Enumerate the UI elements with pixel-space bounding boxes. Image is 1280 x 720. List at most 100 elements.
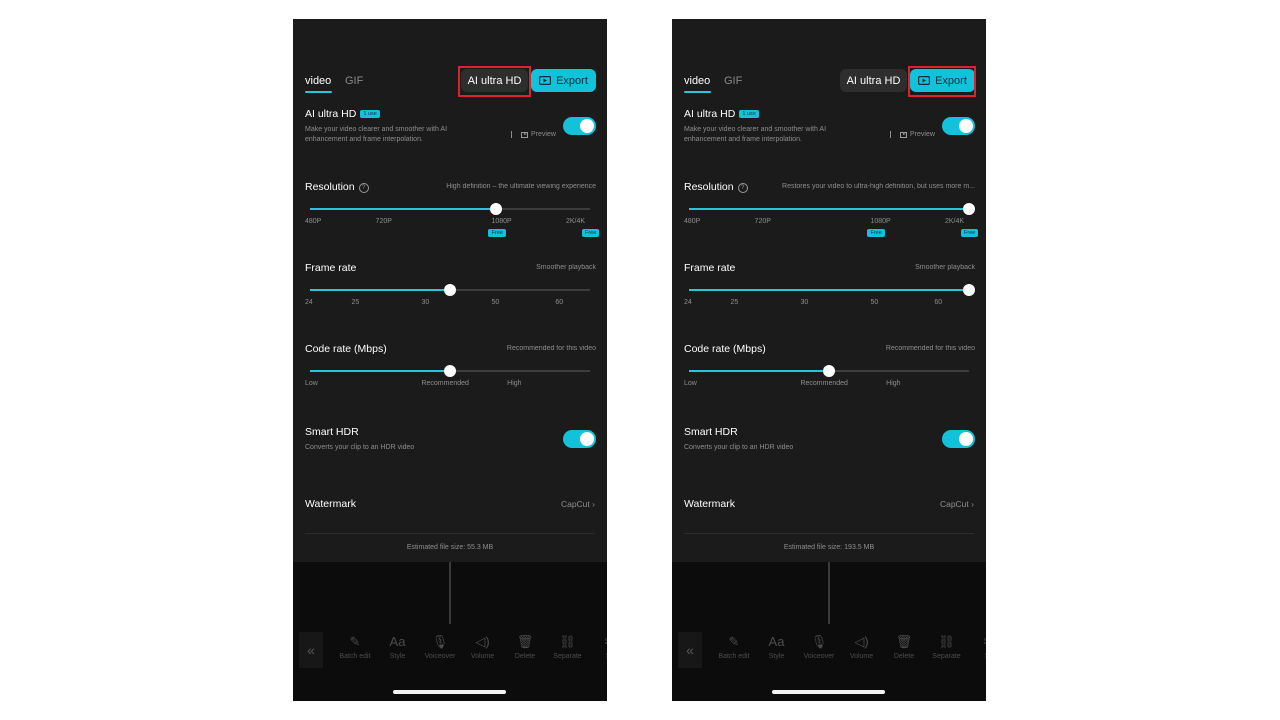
toolbar-item-label: Voiceover [803, 653, 835, 660]
slider-fill [310, 289, 450, 291]
slider-knob[interactable] [823, 365, 835, 377]
slider-tick-label: 60 [555, 299, 564, 306]
frame-rate-title: Frame rate [305, 262, 357, 274]
slider-tick-label: 720P [375, 218, 392, 225]
slider-tick-label: Recommended [800, 380, 848, 387]
frame-rate-slider[interactable]: 24 25 30 50 60 [305, 284, 590, 306]
info-icon[interactable]: ? [358, 183, 369, 193]
ai-ultra-hd-title-text: AI ultra HD [684, 108, 736, 120]
free-badge: Free [867, 229, 885, 237]
watermark-selector[interactable]: CapCut › [561, 499, 595, 509]
slider-knob[interactable] [444, 284, 456, 296]
tab-video[interactable]: video [684, 75, 710, 87]
slider-tick-label: 720P [754, 218, 771, 225]
separate-icon: ⛓ [938, 634, 955, 649]
code-rate-slider[interactable]: Low Recommended High [684, 365, 969, 387]
ai-ultra-hd-toggle[interactable] [942, 117, 975, 135]
slider-knob[interactable] [444, 365, 456, 377]
slider-tick-label: 2K/4K [945, 218, 965, 225]
home-indicator [393, 690, 506, 694]
toolbar-item[interactable]: 🗑 Delete [882, 634, 926, 660]
slider-tick-label: 60 [934, 299, 943, 306]
resolution-hint: High definition – the ultimate viewing e… [446, 183, 596, 190]
tab-gif[interactable]: GIF [724, 75, 742, 87]
frame-rate-hint: Smoother playback [915, 264, 975, 271]
toolbar-item[interactable]: ◁) Volume [461, 634, 505, 660]
slider-knob[interactable] [963, 284, 975, 296]
slider-knob[interactable] [490, 203, 503, 215]
resolution-title: Resolution? [305, 181, 369, 193]
resolution-hint: Restores your video to ultra-high defini… [782, 183, 975, 190]
resolution-title: Resolution? [684, 181, 748, 193]
smart-hdr-description: Converts your clip to an HDR video [305, 444, 415, 451]
ai-ultra-hd-description: Make your video clearer and smoother wit… [305, 126, 448, 143]
resolution-slider[interactable]: 480P 720P 1080P Free 2K/4K Free [305, 203, 600, 237]
toolbar-item[interactable]: ⛓ Separate [925, 634, 969, 660]
toolbar-item[interactable]: ✂ Sp [588, 634, 607, 660]
watermark-title: Watermark [684, 498, 735, 510]
watermark-value: CapCut [939, 499, 969, 509]
resolution-slider[interactable]: 480P 720P 1080P Free 2K/4K Free [684, 203, 979, 237]
chevron-right-icon: › [592, 499, 595, 509]
ai-ultra-hd-title-text: AI ultra HD [305, 108, 357, 120]
voiceover-icon: 🎙 [810, 634, 828, 649]
ai-ultra-hd-description: Make your video clearer and smoother wit… [684, 126, 827, 143]
tab-video[interactable]: video [305, 75, 331, 87]
voiceover-icon: 🎙 [431, 634, 449, 649]
volume-icon: ◁) [475, 634, 490, 649]
slider-tick-label: 25 [351, 299, 360, 306]
smart-hdr-description: Converts your clip to an HDR video [684, 444, 794, 451]
slider-tick-label: 1080P [870, 218, 891, 225]
preview-button[interactable]: Preview [890, 131, 935, 138]
timeline-area: « ✎ Batch edit Aa Style 🎙 Voiceover ◁) Volume 🗑 D… [672, 562, 986, 701]
slider-tick-label: 2K/4K [566, 218, 586, 225]
play-icon [521, 131, 528, 138]
slider-knob[interactable] [963, 203, 975, 215]
toggle-knob [580, 432, 594, 446]
divider [684, 533, 974, 534]
collapse-toolbar-button[interactable]: « [299, 632, 323, 668]
export-settings-screen-right: video GIF AI ultra HD Export AI ultra HD… [672, 19, 986, 701]
toolbar-item[interactable]: ✎ Batch edit [333, 634, 377, 660]
toolbar-item-label: Style [768, 653, 785, 660]
ai-ultra-hd-toggle[interactable] [563, 117, 596, 135]
divider [305, 533, 595, 534]
toolbar-item[interactable]: ✎ Batch edit [712, 634, 756, 660]
toolbar-item[interactable]: Aa Style [755, 634, 799, 660]
frame-rate-slider[interactable]: 24 25 30 50 60 [684, 284, 975, 306]
smart-hdr-toggle[interactable] [563, 430, 596, 448]
watermark-selector[interactable]: CapCut › [940, 499, 974, 509]
code-rate-slider[interactable]: Low Recommended High [305, 365, 590, 387]
smart-hdr-title: Smart HDR [684, 426, 738, 438]
toolbar-item[interactable]: ✂ Sp [967, 634, 986, 660]
collapse-toolbar-button[interactable]: « [678, 632, 702, 668]
ai-ultra-hd-title: AI ultra HD 1 use [305, 108, 380, 120]
toolbar-item[interactable]: 🎙 Voiceover [797, 634, 841, 660]
toolbar-item[interactable]: 🗑 Delete [503, 634, 547, 660]
toolbar-item-label: Sp [967, 653, 986, 660]
slider-tick-label: High [886, 380, 901, 387]
toolbar-item-label: Separate [932, 653, 961, 660]
playhead[interactable] [449, 562, 451, 624]
split-icon: ✂ [967, 634, 986, 650]
ai-ultra-hd-title: AI ultra HD 1 use [684, 108, 759, 120]
info-icon[interactable]: ? [737, 183, 748, 193]
toolbar-item[interactable]: ⛓ Separate [546, 634, 590, 660]
playhead[interactable] [828, 562, 830, 624]
toolbar-item[interactable]: 🎙 Voiceover [418, 634, 462, 660]
chevron-right-icon: › [971, 499, 974, 509]
toolbar-item[interactable]: Aa Style [376, 634, 420, 660]
preview-button[interactable]: Preview [511, 131, 556, 138]
export-button[interactable]: Export [531, 69, 596, 92]
separate-icon: ⛓ [559, 634, 576, 649]
code-rate-title: Code rate (Mbps) [305, 343, 387, 355]
style-icon: Aa [768, 634, 785, 649]
smart-hdr-toggle[interactable] [942, 430, 975, 448]
tab-gif[interactable]: GIF [345, 75, 363, 87]
toolbar-item-label: Sp [588, 653, 607, 660]
toolbar-item[interactable]: ◁) Volume [840, 634, 884, 660]
delete-icon: 🗑 [895, 634, 913, 649]
toolbar-item-label: Batch edit [339, 653, 371, 660]
ai-ultra-hd-button[interactable]: AI ultra HD [840, 69, 907, 92]
slider-tick-label: 50 [870, 299, 879, 306]
